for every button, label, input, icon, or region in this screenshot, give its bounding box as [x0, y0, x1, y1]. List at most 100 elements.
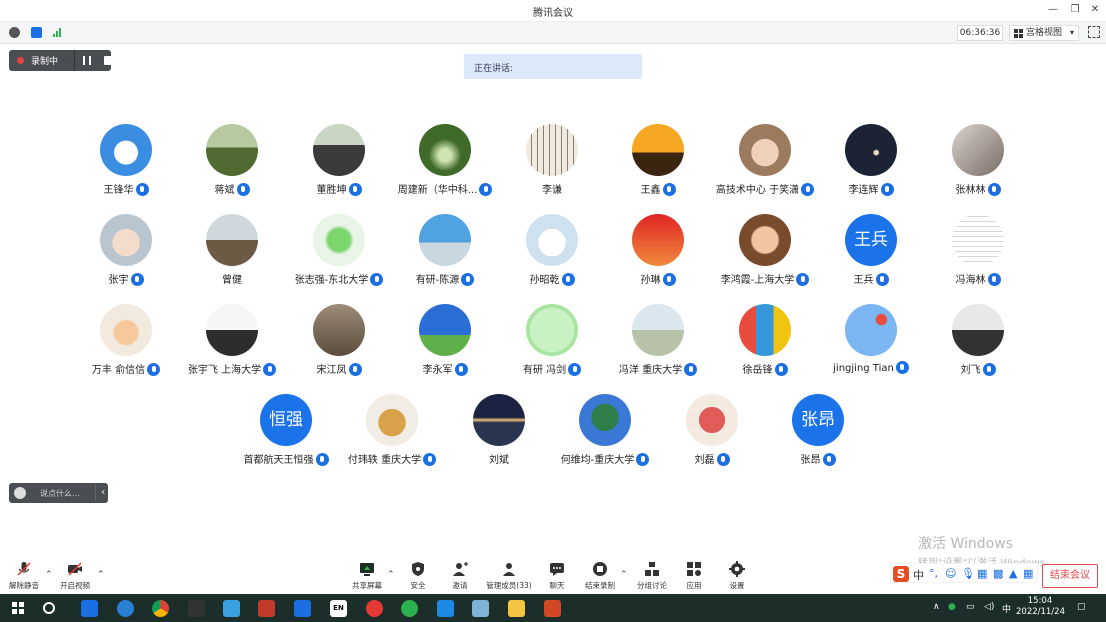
participant-tile[interactable]: 蒋斌 — [172, 124, 292, 204]
volume-icon[interactable]: ◁) — [984, 602, 994, 612]
avatar[interactable] — [100, 214, 152, 266]
unmute-button[interactable]: 解除静音 — [2, 561, 46, 593]
toolbox-icon[interactable]: ▩ — [993, 567, 1003, 580]
chrome-icon[interactable] — [152, 600, 169, 617]
avatar[interactable] — [526, 214, 578, 266]
avatar[interactable] — [206, 304, 258, 356]
view-mode-select[interactable]: 宫格视图 ▾ — [1009, 25, 1079, 41]
participant-tile[interactable]: 王兵 王兵 — [811, 214, 931, 294]
avatar[interactable] — [419, 124, 471, 176]
collapse-chevron-icon[interactable]: ‹ — [95, 485, 105, 501]
avatar[interactable] — [632, 214, 684, 266]
ime-lang[interactable]: 中 — [913, 567, 924, 583]
avatar[interactable] — [473, 394, 525, 446]
avatar[interactable] — [632, 124, 684, 176]
participant-tile[interactable]: 宋江凤 — [279, 304, 399, 384]
calculator-icon[interactable] — [437, 600, 454, 617]
powerpoint-icon[interactable] — [544, 600, 561, 617]
avatar[interactable] — [739, 124, 791, 176]
avatar[interactable] — [526, 304, 578, 356]
avatar[interactable] — [419, 214, 471, 266]
avatar[interactable]: 张昂 — [792, 394, 844, 446]
shield-icon[interactable] — [31, 27, 42, 38]
participant-tile[interactable]: 恒强 首都航天王恒强 — [226, 394, 346, 474]
stop-recording-button[interactable] — [104, 56, 113, 65]
end-meeting-button[interactable]: 结束会议 — [1042, 564, 1098, 588]
avatar[interactable] — [686, 394, 738, 446]
end-recording-button[interactable]: 结束录制 — [578, 561, 622, 593]
mic-icon[interactable]: 🎙 — [961, 567, 975, 580]
app-icon[interactable] — [366, 600, 383, 617]
avatar[interactable] — [952, 124, 1004, 176]
participant-tile[interactable]: 冯海林 — [918, 214, 1038, 294]
avatar[interactable] — [845, 304, 897, 356]
search-icon[interactable] — [43, 602, 55, 614]
avatar[interactable] — [952, 304, 1004, 356]
participant-tile[interactable]: 刘飞 — [918, 304, 1038, 384]
participant-tile[interactable]: 李鸿霞-上海大学 — [705, 214, 825, 294]
app-icon[interactable] — [472, 600, 489, 617]
avatar[interactable] — [952, 214, 1004, 266]
participant-tile[interactable]: 付玮轶 重庆大学 — [332, 394, 452, 474]
share-screen-button[interactable]: 共享屏幕 — [345, 561, 389, 593]
app-icon[interactable] — [223, 600, 240, 617]
participant-tile[interactable]: 李谦 — [492, 124, 612, 204]
ime-toolbar[interactable]: S 中 °, ☺ 🎙 ▦ ▩ ▲ ▦ — [890, 563, 1038, 583]
wechat-icon[interactable] — [401, 600, 418, 617]
avatar[interactable]: 恒强 — [260, 394, 312, 446]
avatar[interactable] — [419, 304, 471, 356]
info-icon[interactable] — [9, 27, 20, 38]
avatar[interactable] — [739, 214, 791, 266]
app-icon[interactable] — [81, 600, 98, 617]
invite-button[interactable]: 邀请 — [438, 561, 482, 593]
notification-icon[interactable]: ▢ — [1077, 602, 1086, 612]
avatar[interactable] — [526, 124, 578, 176]
close-icon[interactable]: ✕ — [1088, 3, 1102, 17]
ie-icon[interactable] — [117, 600, 134, 617]
avatar[interactable] — [313, 304, 365, 356]
avatar[interactable] — [632, 304, 684, 356]
punctuation-icon[interactable]: °, — [929, 567, 938, 580]
chat-input-bar[interactable]: 说点什么... ‹ — [9, 483, 108, 503]
avatar[interactable] — [206, 124, 258, 176]
avatar[interactable] — [366, 394, 418, 446]
participant-tile[interactable]: 刘磊 — [652, 394, 772, 474]
participant-tile[interactable]: 刘斌 — [439, 394, 559, 474]
avatar[interactable] — [100, 304, 152, 356]
participant-tile[interactable]: 徐岳锋 — [705, 304, 825, 384]
skin-icon[interactable]: ▲ — [1009, 567, 1017, 580]
avatar[interactable] — [739, 304, 791, 356]
network-icon[interactable]: ▭ — [966, 602, 975, 612]
audio-options-caret-icon[interactable]: ⌃ — [45, 570, 53, 580]
tencent-meeting-icon[interactable] — [294, 600, 311, 617]
participant-tile[interactable]: jingjing Tian — [811, 304, 931, 384]
participant-tile[interactable]: 周建新（华中科... — [385, 124, 505, 204]
participant-tile[interactable]: 王鑫 — [598, 124, 718, 204]
participant-tile[interactable]: 何维均-重庆大学 — [545, 394, 665, 474]
participant-tile[interactable]: 李连辉 — [811, 124, 931, 204]
signal-icon[interactable] — [53, 28, 63, 37]
pause-recording-button[interactable] — [83, 56, 91, 65]
settings-button[interactable]: 设置 — [715, 561, 759, 593]
participant-tile[interactable]: 冯洋 重庆大学 — [598, 304, 718, 384]
tray-ime-lang[interactable]: 中 — [1002, 602, 1011, 615]
solidworks-icon[interactable] — [258, 600, 275, 617]
avatar[interactable] — [845, 124, 897, 176]
video-options-caret-icon[interactable]: ⌃ — [97, 570, 105, 580]
emoji-icon[interactable] — [14, 487, 26, 499]
wechat-tray-icon[interactable]: ● — [948, 602, 956, 612]
start-video-button[interactable]: 开启视频 — [53, 561, 97, 593]
participant-tile[interactable]: 张宇飞 上海大学 — [172, 304, 292, 384]
participant-tile[interactable]: 李永军 — [385, 304, 505, 384]
keyboard-icon[interactable]: ▦ — [977, 567, 987, 580]
file-explorer-icon[interactable] — [508, 600, 525, 617]
tray-chevron-icon[interactable]: ∧ — [933, 602, 940, 612]
recording-options-caret-icon[interactable]: ⌃ — [620, 570, 628, 580]
participant-tile[interactable]: 高技术中心 于笑潇 — [705, 124, 825, 204]
participant-tile[interactable]: 王锋华 — [66, 124, 186, 204]
participant-tile[interactable]: 万丰 俞信信 — [66, 304, 186, 384]
windows-start-icon[interactable] — [12, 602, 24, 614]
participant-tile[interactable]: 孙琳 — [598, 214, 718, 294]
participant-tile[interactable]: 曾健 — [172, 214, 292, 294]
avatar[interactable]: 王兵 — [845, 214, 897, 266]
